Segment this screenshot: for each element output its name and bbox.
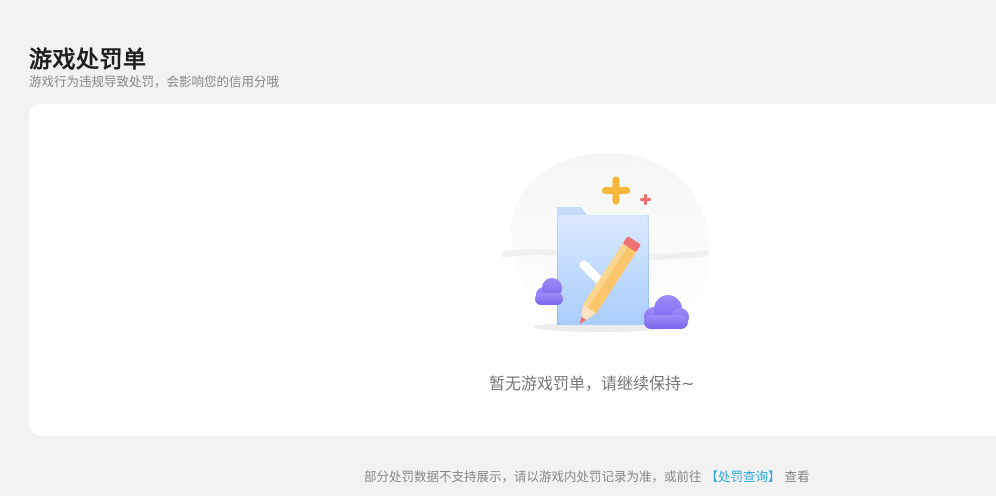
empty-state-message: 暂无游戏罚单，请继续保持~ <box>489 374 695 393</box>
page-subtitle: 游戏行为违规导致处罚，会影响您的信用分哦 <box>29 74 280 89</box>
penalty-query-link[interactable]: 【处罚查询】 <box>706 469 781 484</box>
footer-note-text: 部分处罚数据不支持展示，请以游戏内处罚记录为准，或前往 <box>364 469 702 484</box>
penalty-page: 游戏处罚单 游戏行为违规导致处罚，会影响您的信用分哦 暂无游戏罚单，请继续保持~… <box>0 0 996 496</box>
page-title: 游戏处罚单 <box>29 47 147 73</box>
document-check-pencil-icon <box>501 152 711 338</box>
footer-suffix: 查看 <box>784 469 810 484</box>
footer-note: 部分处罚数据不支持展示，请以游戏内处罚记录为准，或前往 【处罚查询】 查看 <box>364 466 810 485</box>
